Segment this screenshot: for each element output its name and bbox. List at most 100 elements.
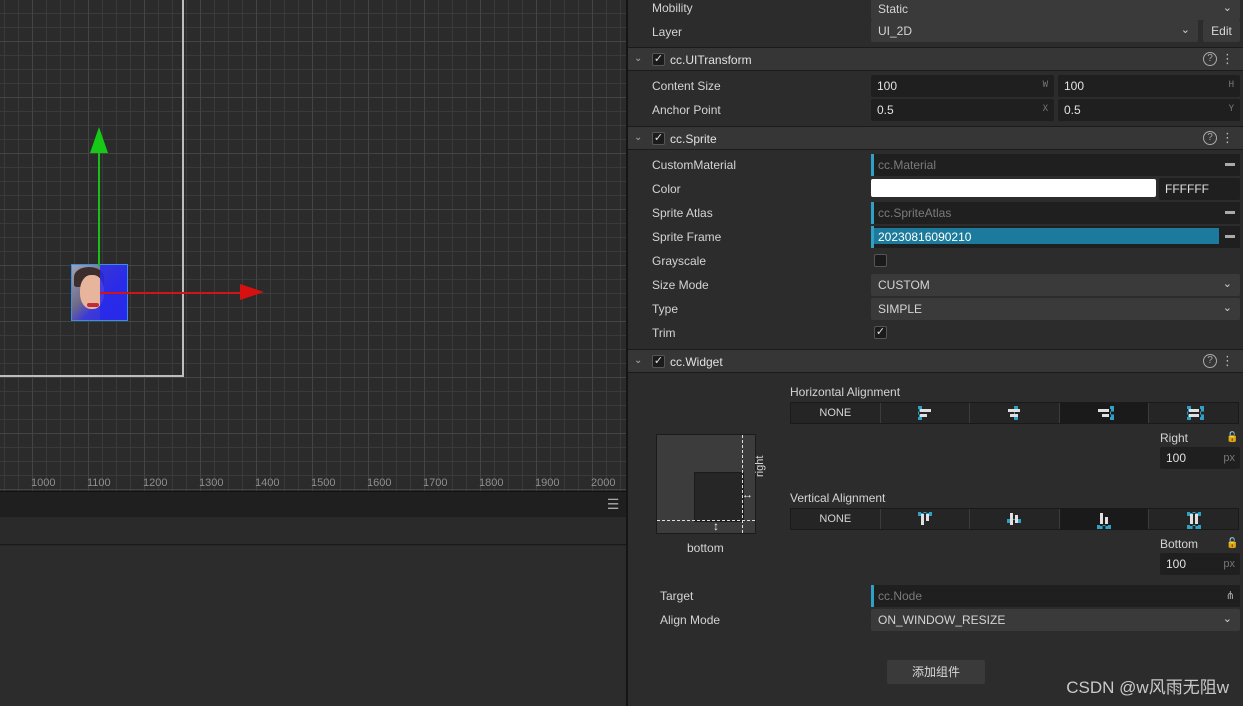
anchor-x-value: 0.5 [877,103,894,117]
unlock-icon[interactable]: 🔓 [1226,432,1238,443]
horizontal-align-stretch-button[interactable] [1149,403,1238,423]
width-suffix: W [1042,80,1048,90]
vertical-align-bottom-button[interactable] [1059,509,1150,529]
vertical-align-none-button[interactable]: NONE [791,509,881,529]
right-label: Right [1160,431,1189,445]
align-stretch-vertical-icon [1186,512,1201,529]
anchor-point-label: Anchor Point [652,103,721,117]
ruler-tick: 1000 [31,477,56,489]
horizontal-align-none-button[interactable]: NONE [791,403,881,423]
vertical-align-stretch-button[interactable] [1149,509,1238,529]
anchor-x-input[interactable]: 0.5 X [871,99,1054,121]
widget-header[interactable]: ⌄ ✓ cc.Widget ? ⋮ [628,349,1243,373]
anchor-y-value: 0.5 [1064,103,1081,117]
anchor-y-input[interactable]: 0.5 Y [1058,99,1240,121]
x-axis-arrow-icon[interactable] [240,284,264,300]
custom-material-asset-field[interactable]: cc.Material ▬ [871,154,1240,176]
asset-lock-icon[interactable]: ▬ [1225,158,1235,169]
align-top-icon [917,512,932,526]
unlock-icon[interactable]: 🔓 [1226,538,1238,549]
sprite-frame-row: Sprite Frame 20230816090210 ▬ [628,225,1243,249]
color-label: Color [652,182,681,196]
x-axis-gizmo-line[interactable] [100,292,242,294]
scene-view[interactable]: 1000 1100 1200 1300 1400 1500 1600 1700 … [0,0,626,491]
ruler-tick: 1500 [311,477,336,489]
vertical-align-middle-button[interactable] [970,509,1060,529]
node-picker-icon[interactable]: ⋔ [1226,589,1235,602]
uitransform-header[interactable]: ⌄ ✓ cc.UITransform ? ⋮ [628,47,1243,71]
bottom-offset-value: 100 [1166,557,1187,571]
color-swatch[interactable] [871,179,1156,197]
horizontal-align-right-button[interactable] [1059,403,1150,423]
help-icon[interactable]: ? [1203,131,1217,145]
widget-diagram-bottom-guide [657,520,755,521]
collapse-chevron-icon[interactable]: ⌄ [634,132,642,143]
scene-ruler: 1000 1100 1200 1300 1400 1500 1600 1700 … [0,471,626,491]
align-mode-dropdown[interactable]: ON_WINDOW_RESIZE ⌄ [871,609,1240,631]
chevron-down-icon: ⌄ [1180,24,1190,36]
color-hex-value: FFFFFF [1165,182,1209,196]
right-offset-input[interactable]: 100 px [1160,447,1240,469]
y-axis-arrow-icon[interactable] [90,127,108,153]
ruler-tick: 1300 [199,477,224,489]
content-size-label: Content Size [652,79,721,93]
horizontal-alignment-group: NONE [790,402,1239,424]
uitransform-title: cc.UITransform [670,53,752,67]
horizontal-align-center-button[interactable] [970,403,1060,423]
anchor-x-suffix: X [1042,104,1048,114]
chevron-down-icon: ⌄ [1222,278,1232,290]
collapse-chevron-icon[interactable]: ⌄ [634,53,642,64]
sprite-header[interactable]: ⌄ ✓ cc.Sprite ? ⋮ [628,126,1243,150]
chevron-down-icon: ⌄ [1222,613,1232,625]
y-axis-gizmo-line[interactable] [98,148,100,266]
type-row: Type SIMPLE ⌄ [628,297,1243,321]
sprite-atlas-asset-field[interactable]: cc.SpriteAtlas ▬ [871,202,1240,224]
help-icon[interactable]: ? [1203,354,1217,368]
color-hex-input[interactable]: FFFFFF [1159,178,1240,200]
collapse-chevron-icon[interactable]: ⌄ [634,355,642,366]
vertical-align-top-button[interactable] [881,509,971,529]
trim-checkbox[interactable]: ✓ [874,326,887,339]
hamburger-menu-icon[interactable]: ☰ [606,497,620,511]
horizontal-align-left-button[interactable] [881,403,971,423]
anchor-y-suffix: Y [1228,104,1234,114]
content-height-input[interactable]: 100 H [1058,75,1240,97]
horizontal-double-arrow-icon: ↔ [742,489,753,501]
sprite-frame-asset-field[interactable]: 20230816090210 ▬ [871,226,1240,248]
size-mode-label: Size Mode [652,278,709,292]
help-icon[interactable]: ? [1203,52,1217,66]
more-options-icon[interactable]: ⋮ [1221,130,1234,146]
content-width-value: 100 [877,79,898,93]
layer-dropdown[interactable]: UI_2D ⌄ [871,20,1198,42]
asset-lock-icon[interactable]: ▬ [1225,206,1235,217]
sprite-enabled-checkbox[interactable]: ✓ [652,132,665,145]
inspector-panel: Mobility Static ⌄ Layer UI_2D ⌄ Edit ⌄ ✓… [626,0,1243,706]
layer-edit-button[interactable]: Edit [1203,20,1240,42]
bottom-panel-toolbar: ☰ [0,491,626,517]
trim-row: Trim ✓ [628,321,1243,345]
align-middle-icon [1007,512,1022,526]
align-center-icon [1007,406,1021,420]
size-mode-row: Size Mode CUSTOM ⌄ [628,273,1243,297]
content-height-value: 100 [1064,79,1085,93]
type-dropdown[interactable]: SIMPLE ⌄ [871,298,1240,320]
target-value: cc.Node [878,589,923,603]
bottom-offset-input[interactable]: 100 px [1160,553,1240,575]
grayscale-checkbox[interactable] [874,254,887,267]
mobility-dropdown[interactable]: Static ⌄ [871,0,1240,20]
content-size-row: Content Size 100 W 100 H [628,74,1243,98]
vertical-double-arrow-icon: ↕ [713,519,719,533]
widget-enabled-checkbox[interactable]: ✓ [652,355,665,368]
asset-lock-icon[interactable]: ▬ [1225,230,1235,241]
watermark-text: CSDN @w风雨无阻w [1066,678,1229,697]
more-options-icon[interactable]: ⋮ [1221,51,1234,67]
uitransform-enabled-checkbox[interactable]: ✓ [652,53,665,66]
more-options-icon[interactable]: ⋮ [1221,353,1234,369]
target-node-field[interactable]: cc.Node ⋔ [871,585,1240,607]
add-component-button[interactable]: 添加组件 [887,660,985,684]
bottom-panel-strip [0,517,626,545]
content-width-input[interactable]: 100 W [871,75,1054,97]
size-mode-dropdown[interactable]: CUSTOM ⌄ [871,274,1240,296]
widget-diagram-node [694,472,744,522]
bottom-panel-body [0,546,626,706]
